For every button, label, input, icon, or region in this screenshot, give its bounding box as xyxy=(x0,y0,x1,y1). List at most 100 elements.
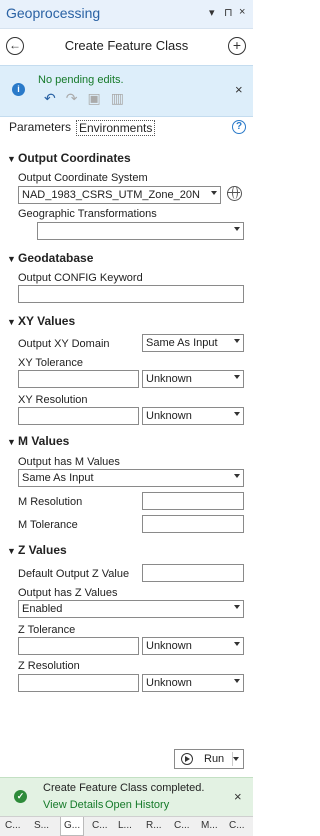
output-coordinate-system-value: NAD_1983_CSRS_UTM_Zone_20N xyxy=(22,189,200,201)
bottom-tab[interactable]: C... xyxy=(92,820,108,831)
output-coordinate-system-select[interactable]: NAD_1983_CSRS_UTM_Zone_20N xyxy=(18,186,221,204)
tab-environments[interactable]: Environments xyxy=(76,120,156,136)
tool-title: Create Feature Class xyxy=(64,38,189,53)
section-geodatabase[interactable]: ▼ Geodatabase xyxy=(7,251,93,265)
geographic-transformations-label: Geographic Transformations xyxy=(18,208,157,220)
default-z-label: Default Output Z Value xyxy=(18,568,130,580)
edit-tools: ↶ ↷ ▣ ▥ xyxy=(44,90,134,107)
xy-resolution-label: XY Resolution xyxy=(18,394,88,406)
bottom-tab[interactable]: M... xyxy=(201,820,218,831)
bottom-tab-active[interactable]: G... xyxy=(60,817,85,836)
chevron-down-icon xyxy=(234,679,240,683)
xy-resolution-unit: Unknown xyxy=(146,410,192,422)
edit-status-message: No pending edits. xyxy=(38,74,124,86)
section-title: Output Coordinates xyxy=(18,151,131,165)
chevron-down-icon xyxy=(234,339,240,343)
xy-resolution-unit-select[interactable]: Unknown xyxy=(142,407,244,425)
open-history-link[interactable]: Open History xyxy=(105,799,169,811)
status-close-icon[interactable]: × xyxy=(234,789,242,804)
undo-icon[interactable]: ↶ xyxy=(44,90,56,106)
view-details-link[interactable]: View Details xyxy=(43,799,103,811)
has-z-values-select[interactable]: Enabled xyxy=(18,600,244,618)
has-m-values-select[interactable]: Same As Input xyxy=(18,469,244,487)
has-m-values-label: Output has M Values xyxy=(18,456,120,468)
z-tolerance-input[interactable] xyxy=(18,637,139,655)
xy-tolerance-input[interactable] xyxy=(18,370,139,388)
chevron-down-icon: ▼ xyxy=(7,437,16,447)
has-z-values-label: Output has Z Values xyxy=(18,587,118,599)
chevron-down-icon[interactable] xyxy=(233,757,239,761)
section-title: Geodatabase xyxy=(18,251,94,265)
chevron-down-icon xyxy=(234,474,240,478)
pane-title-bar: Geoprocessing ▾ ⊓ × xyxy=(0,0,253,29)
xy-domain-value: Same As Input xyxy=(146,337,218,349)
xy-tolerance-unit-select[interactable]: Unknown xyxy=(142,370,244,388)
bottom-tab[interactable]: C... xyxy=(229,820,245,831)
pane-options-icon[interactable]: ▾ xyxy=(209,6,215,19)
xy-tolerance-label: XY Tolerance xyxy=(18,357,84,369)
success-check-icon: ✓ xyxy=(14,790,27,803)
section-title: Z Values xyxy=(18,543,67,557)
bottom-tab[interactable]: C... xyxy=(174,820,190,831)
chevron-down-icon xyxy=(234,227,240,231)
chevron-down-icon: ▼ xyxy=(7,154,16,164)
chevron-down-icon xyxy=(234,412,240,416)
add-plus-icon[interactable]: + xyxy=(228,37,246,55)
z-resolution-label: Z Resolution xyxy=(18,660,80,672)
has-m-values-value: Same As Input xyxy=(22,472,94,484)
section-m-values[interactable]: ▼ M Values xyxy=(7,434,69,448)
z-tolerance-unit-select[interactable]: Unknown xyxy=(142,637,244,655)
tab-parameters[interactable]: Parameters xyxy=(9,120,71,134)
z-resolution-unit-select[interactable]: Unknown xyxy=(142,674,244,692)
m-resolution-input[interactable] xyxy=(142,492,244,510)
xy-resolution-input[interactable] xyxy=(18,407,139,425)
z-resolution-input[interactable] xyxy=(18,674,139,692)
chevron-down-icon xyxy=(234,375,240,379)
pane-title: Geoprocessing xyxy=(6,5,101,21)
pane-dock-icon[interactable]: ⊓ xyxy=(224,6,233,19)
info-icon: i xyxy=(12,83,25,96)
discard-edits-icon: ▥ xyxy=(110,90,124,106)
bottom-pane-tabs: C... S... G... C... L... R... C... M... … xyxy=(0,816,253,836)
globe-icon[interactable] xyxy=(227,186,242,201)
run-button[interactable]: Run xyxy=(174,749,244,769)
tool-tabs: Parameters Environments ? xyxy=(0,117,253,142)
m-tolerance-input[interactable] xyxy=(142,515,244,533)
default-z-input[interactable] xyxy=(142,564,244,582)
pane-close-icon[interactable]: × xyxy=(239,6,245,18)
run-button-label: Run xyxy=(204,753,225,765)
section-xy-values[interactable]: ▼ XY Values xyxy=(7,314,75,328)
m-tolerance-label: M Tolerance xyxy=(18,519,78,531)
section-title: M Values xyxy=(18,434,70,448)
geographic-transformations-select[interactable] xyxy=(37,222,244,240)
bottom-tab[interactable]: S... xyxy=(34,820,49,831)
chevron-down-icon xyxy=(234,642,240,646)
chevron-down-icon: ▼ xyxy=(7,317,16,327)
z-tolerance-label: Z Tolerance xyxy=(18,624,76,636)
completion-status-bar: ✓ Create Feature Class completed. View D… xyxy=(0,777,253,816)
bottom-tab[interactable]: C... xyxy=(5,820,21,831)
chevron-down-icon xyxy=(234,605,240,609)
config-keyword-input[interactable] xyxy=(18,285,244,303)
section-z-values[interactable]: ▼ Z Values xyxy=(7,543,67,557)
status-message: Create Feature Class completed. xyxy=(43,782,205,794)
edit-status-bar: i No pending edits. ↶ ↷ ▣ ▥ × xyxy=(0,65,253,117)
chevron-down-icon: ▼ xyxy=(7,254,16,264)
section-title: XY Values xyxy=(18,314,76,328)
config-keyword-label: Output CONFIG Keyword xyxy=(18,272,143,284)
redo-icon: ↷ xyxy=(65,90,78,106)
chevron-down-icon: ▼ xyxy=(7,546,16,556)
xy-tolerance-unit: Unknown xyxy=(146,373,192,385)
save-edits-icon: ▣ xyxy=(87,90,101,106)
bottom-tab[interactable]: R... xyxy=(146,820,162,831)
chevron-down-icon xyxy=(211,191,217,195)
bottom-tab[interactable]: L... xyxy=(118,820,132,831)
output-coordinate-system-label: Output Coordinate System xyxy=(18,172,148,184)
xy-domain-select[interactable]: Same As Input xyxy=(142,334,244,352)
play-icon xyxy=(181,753,193,765)
edit-bar-close-icon[interactable]: × xyxy=(235,82,243,97)
z-resolution-unit: Unknown xyxy=(146,677,192,689)
has-z-values-value: Enabled xyxy=(22,603,63,615)
help-icon[interactable]: ? xyxy=(232,120,246,134)
section-output-coordinates[interactable]: ▼ Output Coordinates xyxy=(7,151,131,165)
